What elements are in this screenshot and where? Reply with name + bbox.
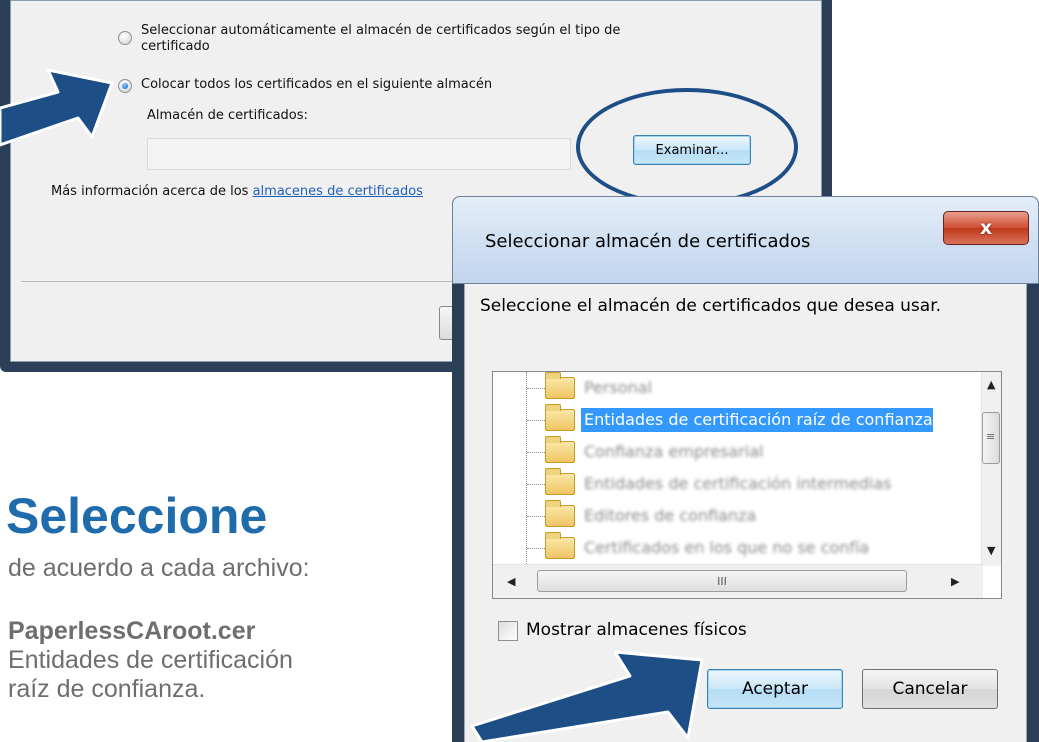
divider	[21, 281, 461, 282]
grip-icon: ≡	[986, 430, 996, 443]
caption-file-name: PaperlessCAroot.cer	[8, 617, 256, 645]
tree-item-label: Entidades de certificación raíz de confi…	[581, 408, 933, 432]
tree-item-intermediate[interactable]: Entidades de certificación intermedias	[493, 468, 967, 500]
folder-icon	[545, 500, 575, 527]
ok-button[interactable]: Aceptar	[707, 669, 843, 709]
radio-place-all[interactable]	[118, 79, 132, 93]
tree-dots	[527, 420, 547, 421]
vertical-scrollbar[interactable]: ▲ ≡ ▼	[981, 372, 1001, 566]
folder-icon	[545, 468, 575, 495]
tree-item-enterprise-trust[interactable]: Confianza empresarial	[493, 436, 967, 468]
grip-icon: III	[717, 574, 727, 588]
folder-icon	[545, 404, 575, 431]
more-info-prefix: Más información acerca de los	[51, 184, 253, 199]
store-info-link[interactable]: almacenes de certificados	[253, 184, 423, 199]
radio-auto-label-line1: Seleccionar automáticamente el almacén d…	[141, 23, 621, 38]
cancel-button[interactable]: Cancelar	[862, 669, 998, 709]
certificate-store-field	[147, 138, 571, 170]
store-tree[interactable]: Personal Entidades de certificación raíz…	[492, 371, 1002, 599]
scroll-up-icon[interactable]: ▲	[987, 378, 995, 391]
show-physical-checkbox[interactable]	[498, 621, 518, 641]
tree-dots	[527, 548, 547, 549]
folder-icon	[545, 532, 575, 559]
tree-dots	[527, 484, 547, 485]
tree-dots	[527, 452, 547, 453]
tree-item-trusted-publishers[interactable]: Editores de confianza	[493, 500, 967, 532]
show-physical-label: Mostrar almacenes físicos	[526, 620, 747, 640]
tree-dots	[527, 388, 547, 389]
radio-place-label: Colocar todos los certificados en el sig…	[141, 77, 493, 92]
tree-item-label: Entidades de certificación intermedias	[584, 474, 892, 493]
dialog-titlebar[interactable]: Seleccionar almacén de certificados x	[452, 196, 1039, 284]
tree-item-trusted-root[interactable]: Entidades de certificación raíz de confi…	[493, 404, 967, 436]
folder-icon	[545, 436, 575, 463]
select-store-dialog: Seleccionar almacén de certificados x Se…	[452, 196, 1039, 742]
horizontal-scroll-thumb[interactable]: III	[537, 570, 907, 592]
tree-item-label: Editores de confianza	[584, 506, 757, 525]
horizontal-scrollbar[interactable]: ◀ III ▶	[493, 564, 983, 598]
close-icon: x	[979, 217, 993, 239]
store-label: Almacén de certificados:	[147, 108, 308, 123]
scroll-left-icon[interactable]: ◀	[507, 575, 515, 588]
close-button[interactable]: x	[943, 211, 1029, 245]
scroll-down-icon[interactable]: ▼	[987, 544, 995, 557]
folder-icon	[545, 372, 575, 399]
tree-item-label: Certificados en los que no se confía	[584, 538, 870, 557]
radio-auto-select[interactable]	[118, 31, 132, 45]
dialog-instruction: Seleccione el almacén de certificados qu…	[480, 296, 942, 316]
caption-subtitle: de acuerdo a cada archivo:	[8, 554, 310, 582]
caption-title: Seleccione	[6, 488, 268, 544]
more-info-text: Más información acerca de los almacenes …	[51, 184, 423, 200]
scroll-right-icon[interactable]: ▶	[951, 575, 959, 588]
tree-item-label: Confianza empresarial	[584, 442, 764, 461]
highlight-ellipse	[576, 88, 798, 206]
tree-dots	[527, 516, 547, 517]
radio-auto-label-line2: certificado	[141, 39, 210, 54]
tree-item-personal[interactable]: Personal	[493, 372, 967, 404]
tree-item-untrusted[interactable]: Certificados en los que no se confía	[493, 532, 967, 564]
tree-item-label: Personal	[584, 378, 653, 397]
dialog-title: Seleccionar almacén de certificados	[485, 231, 811, 252]
vertical-scroll-thumb[interactable]: ≡	[982, 412, 1000, 464]
caption-file-store: Entidades de certificación raíz de confi…	[8, 646, 293, 703]
